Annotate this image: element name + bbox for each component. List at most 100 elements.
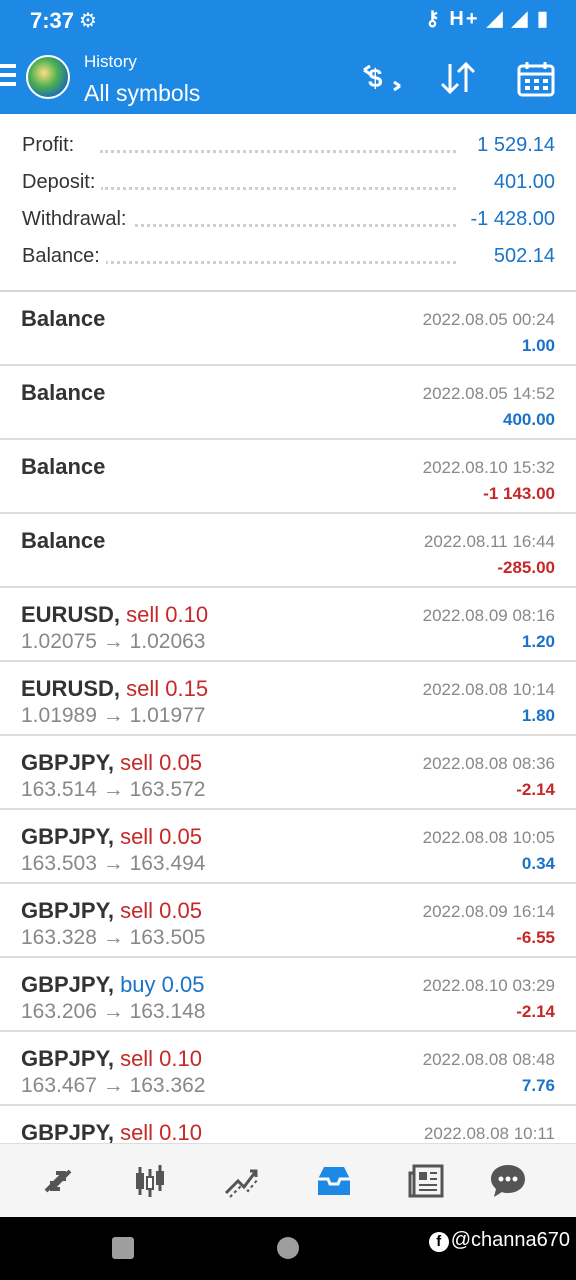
deal-profit: 1.80	[521, 706, 555, 725]
deal-date: 2022.08.08 10:11	[423, 1124, 555, 1143]
deal-symbol: EURUSD, sell 0.10	[21, 602, 208, 628]
app-bar: History All symbols $	[0, 40, 576, 114]
deal-date: 2022.08.10 15:32	[422, 458, 555, 477]
summary-value: 1 529.14	[471, 134, 555, 157]
deal-profit: 1.00	[521, 336, 555, 355]
chat-icon[interactable]	[483, 1158, 533, 1204]
chart-icon[interactable]	[125, 1158, 175, 1204]
app-logo	[26, 55, 70, 99]
page-subtitle: History	[84, 52, 137, 71]
symbol-name: Balance	[21, 380, 106, 405]
calendar-icon[interactable]	[516, 60, 556, 105]
summary-value: 401.00	[487, 171, 555, 194]
summary-value: 502.14	[487, 245, 555, 268]
deal-prices: 163.503 → 163.494	[21, 852, 206, 875]
deal-prices: 163.206 → 163.148	[21, 1000, 206, 1023]
system-nav-bar: f @channa670	[0, 1217, 576, 1280]
deal-row[interactable]: EURUSD, sell 0.10 1.02075 → 1.02063 2022…	[0, 588, 576, 662]
signal-icon: ◢	[487, 8, 505, 30]
facebook-icon: f	[428, 1232, 449, 1252]
deal-prices: 1.02075 → 1.02063	[21, 630, 206, 653]
deal-profit: -2.14	[516, 780, 555, 799]
deal-date: 2022.08.08 10:14	[422, 680, 555, 699]
deal-profit: 7.76	[521, 1076, 555, 1095]
signal-icon-2: ◢	[512, 8, 530, 30]
sort-icon[interactable]	[438, 60, 478, 103]
settings-notification-icon: ⚙	[79, 10, 97, 32]
summary-profit: Profit: 1 529.14	[0, 134, 576, 171]
symbol-name: Balance	[21, 528, 106, 553]
deal-profit: -1 143.00	[483, 484, 555, 503]
status-icons: ⚷ H+ ◢ ◢ ▮	[425, 6, 550, 31]
deal-profit: -6.55	[516, 928, 555, 947]
deal-row[interactable]: GBPJPY, sell 0.05 163.503 → 163.494 2022…	[0, 810, 576, 884]
deal-symbol: GBPJPY, sell 0.05	[21, 750, 202, 776]
network-type: H+	[449, 8, 480, 30]
summary-panel: Profit: 1 529.14 Deposit: 401.00 Withdra…	[0, 114, 576, 292]
deal-symbol: Balance	[21, 454, 105, 480]
trade-icon[interactable]	[217, 1158, 267, 1204]
deal-date: 2022.08.11 16:44	[423, 532, 555, 551]
summary-label: Profit:	[22, 134, 81, 157]
deal-symbol: EURUSD, sell 0.15	[21, 676, 208, 702]
deal-symbol: Balance	[21, 528, 105, 554]
deal-date: 2022.08.09 08:16	[422, 606, 555, 625]
deal-symbol: Balance	[21, 380, 105, 406]
deal-row[interactable]: EURUSD, sell 0.15 1.01989 → 1.01977 2022…	[0, 662, 576, 736]
deal-row[interactable]: GBPJPY, sell 0.05 163.514 → 163.572 2022…	[0, 736, 576, 810]
deal-row[interactable]: GBPJPY, sell 0.05 163.328 → 163.505 2022…	[0, 884, 576, 958]
summary-withdrawal: Withdrawal: -1 428.00	[0, 208, 576, 245]
bottom-nav	[0, 1143, 576, 1217]
dotted-leader	[100, 261, 456, 264]
deal-prices: 163.514 → 163.572	[21, 778, 206, 801]
home-button[interactable]	[277, 1237, 299, 1259]
deal-prices: 163.328 → 163.505	[21, 926, 206, 949]
deal-type: sell 0.10	[120, 1046, 203, 1071]
summary-value: -1 428.00	[464, 208, 555, 231]
deal-symbol: GBPJPY, buy 0.05	[21, 972, 204, 998]
deal-row[interactable]: GBPJPY, buy 0.05 163.206 → 163.148 2022.…	[0, 958, 576, 1032]
battery-icon: ▮	[536, 8, 550, 30]
deal-row[interactable]: GBPJPY, sell 0.10 163.467 → 163.362 2022…	[0, 1032, 576, 1106]
deal-date: 2022.08.08 08:48	[422, 1050, 555, 1069]
deal-type: sell 0.10	[126, 602, 209, 627]
symbol-name: GBPJPY,	[21, 972, 114, 997]
deal-row[interactable]: Balance 2022.08.05 00:24 1.00	[0, 292, 576, 366]
deal-date: 2022.08.08 08:36	[422, 754, 555, 773]
deal-date: 2022.08.05 14:52	[422, 384, 555, 403]
deal-type: sell 0.10	[120, 1120, 203, 1143]
symbol-name: GBPJPY,	[21, 824, 114, 849]
deal-symbol: GBPJPY, sell 0.05	[21, 898, 202, 924]
page-title[interactable]: All symbols	[84, 80, 200, 107]
deal-row[interactable]: GBPJPY, sell 0.10 2022.08.08 10:11	[0, 1106, 576, 1143]
deal-row[interactable]: Balance 2022.08.05 14:52 400.00	[0, 366, 576, 440]
deal-date: 2022.08.08 10:05	[422, 828, 555, 847]
deal-profit: 400.00	[503, 410, 555, 429]
summary-label: Withdrawal:	[22, 208, 133, 231]
history-icon[interactable]	[309, 1158, 359, 1204]
quotes-icon[interactable]	[33, 1158, 83, 1204]
deal-prices: 163.467 → 163.362	[21, 1074, 206, 1097]
deal-profit: 0.34	[521, 854, 555, 873]
deposit-withdraw-icon[interactable]: $	[360, 60, 404, 103]
summary-balance: Balance: 502.14	[0, 245, 576, 282]
deal-date: 2022.08.09 16:14	[422, 902, 555, 921]
symbol-name: GBPJPY,	[21, 750, 114, 775]
deal-profit: -2.14	[516, 1002, 555, 1021]
symbol-name: GBPJPY,	[21, 1046, 114, 1071]
symbol-name: EURUSD,	[21, 676, 121, 701]
deal-row[interactable]: Balance 2022.08.11 16:44 -285.00	[0, 514, 576, 588]
deal-type: sell 0.05	[120, 750, 203, 775]
deal-symbol: GBPJPY, sell 0.10	[21, 1046, 202, 1072]
deal-list[interactable]: Balance 2022.08.05 00:24 1.00 Balance 20…	[0, 292, 576, 1143]
deal-type: sell 0.05	[120, 898, 203, 923]
symbol-name: Balance	[21, 306, 106, 331]
summary-deposit: Deposit: 401.00	[0, 171, 576, 208]
deal-profit: -285.00	[497, 558, 555, 577]
summary-label: Deposit:	[22, 171, 102, 194]
menu-button[interactable]	[0, 64, 16, 88]
news-icon[interactable]	[401, 1158, 451, 1204]
recents-button[interactable]	[112, 1237, 134, 1259]
status-bar: 7:37 ⚙ ⚷ H+ ◢ ◢ ▮	[0, 0, 576, 40]
deal-row[interactable]: Balance 2022.08.10 15:32 -1 143.00	[0, 440, 576, 514]
